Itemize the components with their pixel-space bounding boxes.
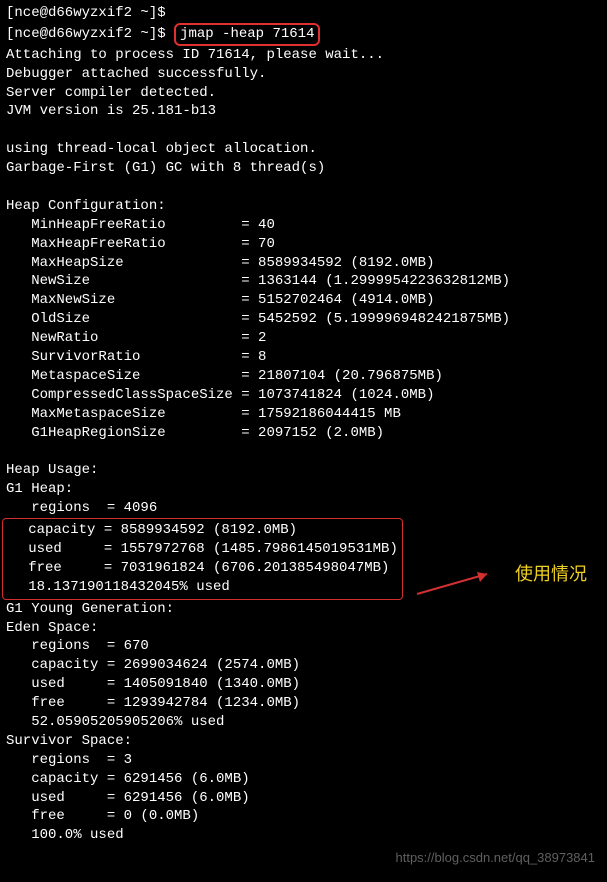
- usage-highlight-box: capacity = 8589934592 (8192.0MB) used = …: [2, 518, 403, 600]
- arrow-icon: [417, 562, 497, 609]
- usage-row: capacity = 8589934592 (8192.0MB): [3, 521, 398, 540]
- usage-row: free = 7031961824 (6706.201385498047MB): [3, 559, 398, 578]
- prompt-line-2: [nce@d66wyzxif2 ~]$ jmap -heap 71614: [6, 23, 601, 46]
- cfg-row: OldSize = 5452592 (5.1999969482421875MB): [6, 310, 601, 329]
- usage-row: 18.137190118432045% used: [3, 578, 398, 597]
- heap-config-header: Heap Configuration:: [6, 197, 601, 216]
- output-line: using thread-local object allocation.: [6, 140, 601, 159]
- cfg-row: G1HeapRegionSize = 2097152 (2.0MB): [6, 424, 601, 443]
- output-blank: [6, 121, 601, 140]
- cfg-row: MaxHeapSize = 8589934592 (8192.0MB): [6, 254, 601, 273]
- watermark-text: https://blog.csdn.net/qq_38973841: [396, 849, 596, 867]
- output-line: Debugger attached successfully.: [6, 65, 601, 84]
- cfg-row: MaxMetaspaceSize = 17592186044415 MB: [6, 405, 601, 424]
- command-text: jmap -heap 71614: [180, 26, 314, 42]
- cfg-row: MinHeapFreeRatio = 40: [6, 216, 601, 235]
- young-gen-header: G1 Young Generation:: [6, 600, 601, 619]
- surv-row: capacity = 6291456 (6.0MB): [6, 770, 601, 789]
- eden-header: Eden Space:: [6, 619, 601, 638]
- cfg-row: MaxHeapFreeRatio = 70: [6, 235, 601, 254]
- heap-usage-header: Heap Usage:: [6, 461, 601, 480]
- output-line: Attaching to process ID 71614, please wa…: [6, 46, 601, 65]
- cfg-row: NewRatio = 2: [6, 329, 601, 348]
- eden-row: regions = 670: [6, 637, 601, 656]
- surv-row: 100.0% used: [6, 826, 601, 845]
- usage-annotation: 使用情况: [515, 562, 587, 586]
- cfg-row: CompressedClassSpaceSize = 1073741824 (1…: [6, 386, 601, 405]
- prompt-host: [nce@d66wyzxif2 ~]$: [6, 5, 166, 21]
- surv-row: free = 0 (0.0MB): [6, 807, 601, 826]
- output-blank: [6, 178, 601, 197]
- cfg-row: NewSize = 1363144 (1.2999954223632812MB): [6, 272, 601, 291]
- eden-row: free = 1293942784 (1234.0MB): [6, 694, 601, 713]
- surv-row: used = 6291456 (6.0MB): [6, 789, 601, 808]
- prompt-host: [nce@d66wyzxif2 ~]$: [6, 26, 166, 42]
- g1heap-header: G1 Heap:: [6, 480, 601, 499]
- eden-row: capacity = 2699034624 (2574.0MB): [6, 656, 601, 675]
- eden-row: 52.05905205905206% used: [6, 713, 601, 732]
- surv-row: regions = 3: [6, 751, 601, 770]
- output-line: Garbage-First (G1) GC with 8 thread(s): [6, 159, 601, 178]
- output-line: Server compiler detected.: [6, 84, 601, 103]
- usage-row: used = 1557972768 (1485.7986145019531MB): [3, 540, 398, 559]
- prompt-line-1: [nce@d66wyzxif2 ~]$: [6, 4, 601, 23]
- cfg-row: SurvivorRatio = 8: [6, 348, 601, 367]
- command-highlight: jmap -heap 71614: [174, 23, 320, 46]
- cfg-row: MetaspaceSize = 21807104 (20.796875MB): [6, 367, 601, 386]
- survivor-header: Survivor Space:: [6, 732, 601, 751]
- cfg-row: MaxNewSize = 5152702464 (4914.0MB): [6, 291, 601, 310]
- g1heap-regions: regions = 4096: [6, 499, 601, 518]
- eden-row: used = 1405091840 (1340.0MB): [6, 675, 601, 694]
- output-line: JVM version is 25.181-b13: [6, 102, 601, 121]
- output-blank: [6, 442, 601, 461]
